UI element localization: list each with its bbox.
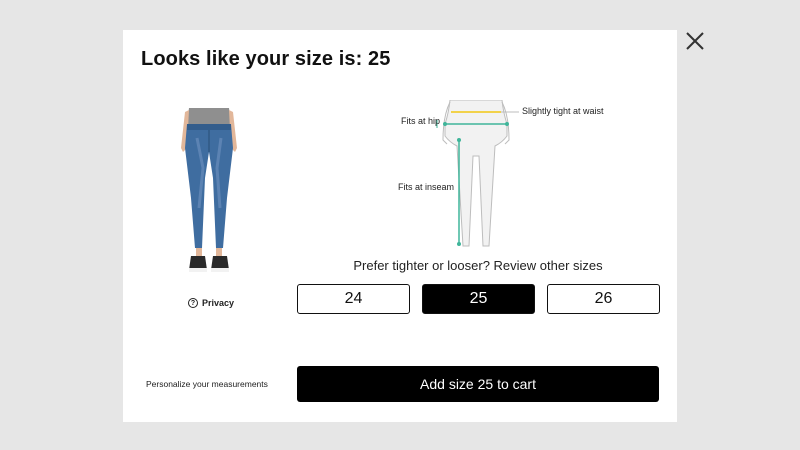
- close-button[interactable]: [684, 30, 706, 52]
- size-recommendation-modal: Looks like your size is: 25 ? Privacy Sl…: [123, 30, 677, 422]
- size-prompt: Prefer tighter or looser? Review other s…: [353, 258, 603, 273]
- fit-label-waist: Slightly tight at waist: [522, 106, 604, 116]
- close-icon: [686, 32, 704, 50]
- privacy-label: Privacy: [202, 298, 235, 308]
- fit-label-inseam: Fits at inseam: [398, 182, 455, 192]
- product-image: [181, 108, 237, 272]
- privacy-link[interactable]: ? Privacy: [188, 298, 234, 308]
- size-option-25[interactable]: 25: [422, 284, 535, 314]
- size-option-24[interactable]: 24: [297, 284, 410, 314]
- question-circle-icon: ?: [188, 298, 198, 308]
- add-to-cart-button[interactable]: Add size 25 to cart: [297, 366, 659, 402]
- personalize-measurements-link[interactable]: Personalize your measurements: [146, 379, 268, 389]
- size-options: 24 25 26: [297, 284, 660, 314]
- fit-diagram: Slightly tight at waist Fits at hip Fits…: [393, 99, 643, 248]
- fit-label-hip: Fits at hip: [401, 116, 441, 126]
- size-option-26[interactable]: 26: [547, 284, 660, 314]
- modal-title: Looks like your size is: 25: [141, 48, 391, 70]
